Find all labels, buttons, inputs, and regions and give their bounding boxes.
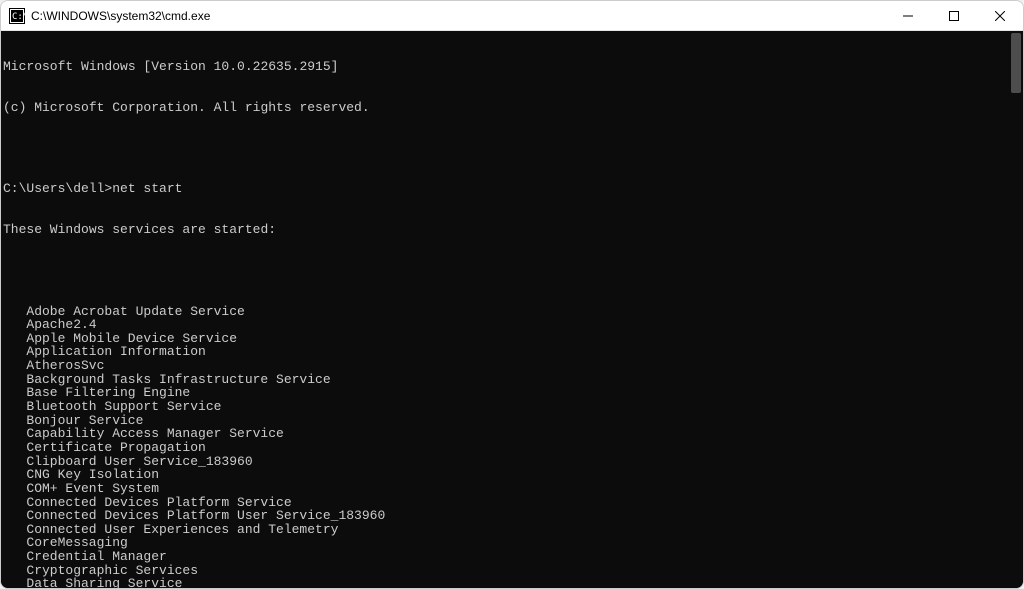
service-item: Certificate Propagation [3,441,1009,455]
cmd-window: C:\ C:\WINDOWS\system32\cmd.exe Microsof… [0,0,1024,589]
scrollbar-thumb[interactable] [1011,33,1021,93]
service-item: CoreMessaging [3,536,1009,550]
service-item: COM+ Event System [3,482,1009,496]
service-item: CNG Key Isolation [3,468,1009,482]
services-list: Adobe Acrobat Update ServiceApache2.4App… [3,305,1009,588]
service-item: AtherosSvc [3,359,1009,373]
service-item: Base Filtering Engine [3,386,1009,400]
blank-line [3,264,1009,277]
svg-text:C:\: C:\ [12,12,25,22]
blank-line [3,142,1009,155]
minimize-button[interactable] [885,1,931,30]
service-item: Connected User Experiences and Telemetry [3,523,1009,537]
service-item: Clipboard User Service_183960 [3,455,1009,469]
titlebar[interactable]: C:\ C:\WINDOWS\system32\cmd.exe [1,1,1023,31]
service-item: Adobe Acrobat Update Service [3,305,1009,319]
scrollbar[interactable] [1009,31,1023,588]
maximize-button[interactable] [931,1,977,30]
window-controls [885,1,1023,30]
service-item: Background Tasks Infrastructure Service [3,373,1009,387]
service-item: Credential Manager [3,550,1009,564]
service-item: Data Sharing Service [3,577,1009,588]
service-item: Connected Devices Platform User Service_… [3,509,1009,523]
service-item: Cryptographic Services [3,564,1009,578]
version-line: Microsoft Windows [Version 10.0.22635.29… [3,60,1009,74]
terminal-wrapper: Microsoft Windows [Version 10.0.22635.29… [1,31,1023,588]
service-item: Bluetooth Support Service [3,400,1009,414]
service-item: Application Information [3,345,1009,359]
service-item: Apple Mobile Device Service [3,332,1009,346]
service-item: Capability Access Manager Service [3,427,1009,441]
service-item: Connected Devices Platform Service [3,496,1009,510]
prompt: C:\Users\dell> [3,181,112,196]
window-title: C:\WINDOWS\system32\cmd.exe [31,9,885,23]
cmd-icon: C:\ [9,8,25,24]
services-header: These Windows services are started: [3,223,1009,237]
terminal-output[interactable]: Microsoft Windows [Version 10.0.22635.29… [1,31,1009,588]
copyright-line: (c) Microsoft Corporation. All rights re… [3,101,1009,115]
close-button[interactable] [977,1,1023,30]
command-text: net start [112,181,182,196]
command-line: C:\Users\dell>net start [3,182,1009,196]
service-item: Apache2.4 [3,318,1009,332]
service-item: Bonjour Service [3,414,1009,428]
